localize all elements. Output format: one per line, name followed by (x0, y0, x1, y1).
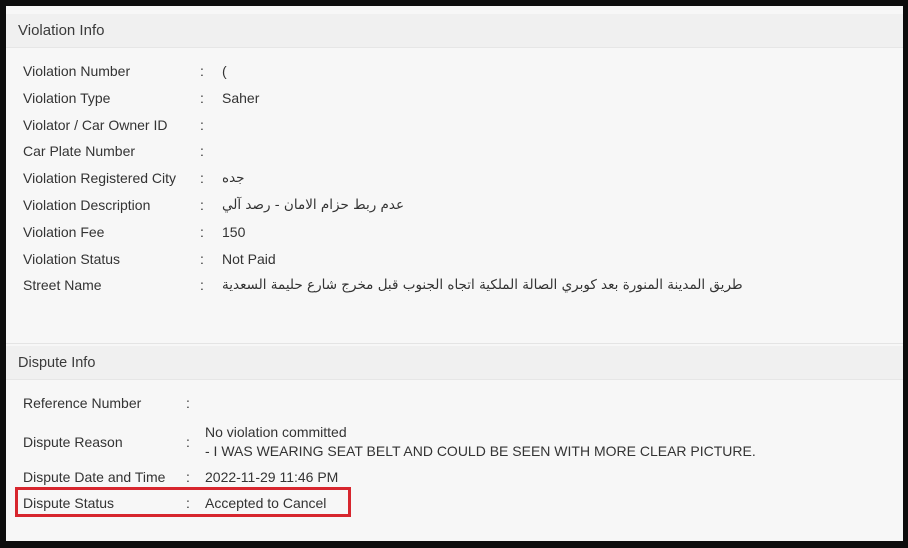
violation-field-row: Violation Fee: 150 (23, 224, 245, 240)
divider (6, 343, 903, 344)
dispute-reason-line: - I WAS WEARING SEAT BELT AND COULD BE S… (205, 443, 756, 459)
dispute-reason-row: Dispute Reason : No violation committed … (23, 423, 756, 461)
field-label: Violation Status (23, 250, 121, 267)
field-colon: : (200, 116, 204, 133)
violation-field-row: Violation Type: Saher (23, 90, 259, 106)
dispute-info-header: Dispute Info (6, 346, 903, 380)
field-value: عدم ربط حزام الامان - رصد آلي (222, 197, 405, 213)
field-colon: : (186, 469, 190, 485)
field-label: Violation Type (23, 89, 111, 106)
violation-field-row: Violation Number: ( (23, 63, 227, 79)
dispute-status-highlight-box (15, 487, 351, 517)
violation-field-row: Street Name: طريق المدينة المنورة بعد كوب… (23, 277, 743, 293)
reference-number-row: Reference Number : (23, 395, 205, 411)
field-colon: : (200, 143, 204, 160)
field-label: Dispute Date and Time (23, 469, 166, 485)
field-value: ( (222, 63, 227, 79)
violation-field-row: Violator / Car Owner ID: (23, 117, 222, 133)
field-colon: : (200, 63, 204, 79)
dispute-reason-line: No violation committed (205, 424, 347, 440)
field-label: Car Plate Number (23, 143, 136, 160)
field-colon: : (186, 434, 190, 450)
field-label: Street Name (23, 277, 102, 294)
dispute-info-title: Dispute Info (18, 354, 96, 371)
violation-field-row: Violation Description: عدم ربط حزام الاما… (23, 197, 404, 213)
violation-field-row: Violation Status: Not Paid (23, 251, 276, 267)
field-value: 150 (222, 223, 246, 240)
dispute-date-row: Dispute Date and Time : 2022-11-29 11:46… (23, 469, 338, 485)
violation-field-row: Violation Registered City: جده (23, 170, 245, 186)
field-value: 2022-11-29 11:46 PM (205, 469, 339, 485)
field-value: جده (222, 170, 245, 187)
field-value: No violation committed - I WAS WEARING S… (205, 423, 756, 461)
field-colon: : (200, 277, 204, 294)
field-colon: : (200, 223, 204, 240)
field-colon: : (200, 170, 204, 187)
field-colon: : (200, 197, 204, 213)
violation-info-header: Violation Info (6, 14, 903, 48)
field-colon: : (200, 89, 204, 106)
violation-details-page: Violation Info Violation Number:(Violati… (6, 6, 903, 541)
field-value: طريق المدينة المنورة بعد كوبري الصالة ال… (222, 277, 743, 294)
violation-field-row: Car Plate Number: (23, 143, 222, 159)
field-label: Violation Description (23, 197, 151, 213)
field-label: Violation Registered City (23, 170, 177, 187)
field-colon: : (200, 250, 204, 267)
field-value: Saher (222, 89, 260, 106)
field-label: Reference Number (23, 395, 142, 411)
field-value: Not Paid (222, 250, 276, 267)
field-label: Violation Fee (23, 223, 105, 240)
violation-info-title: Violation Info (18, 22, 105, 39)
field-label: Violation Number (23, 63, 131, 79)
field-label: Dispute Reason (23, 434, 123, 450)
field-colon: : (186, 395, 190, 411)
field-label: Violator / Car Owner ID (23, 116, 168, 133)
